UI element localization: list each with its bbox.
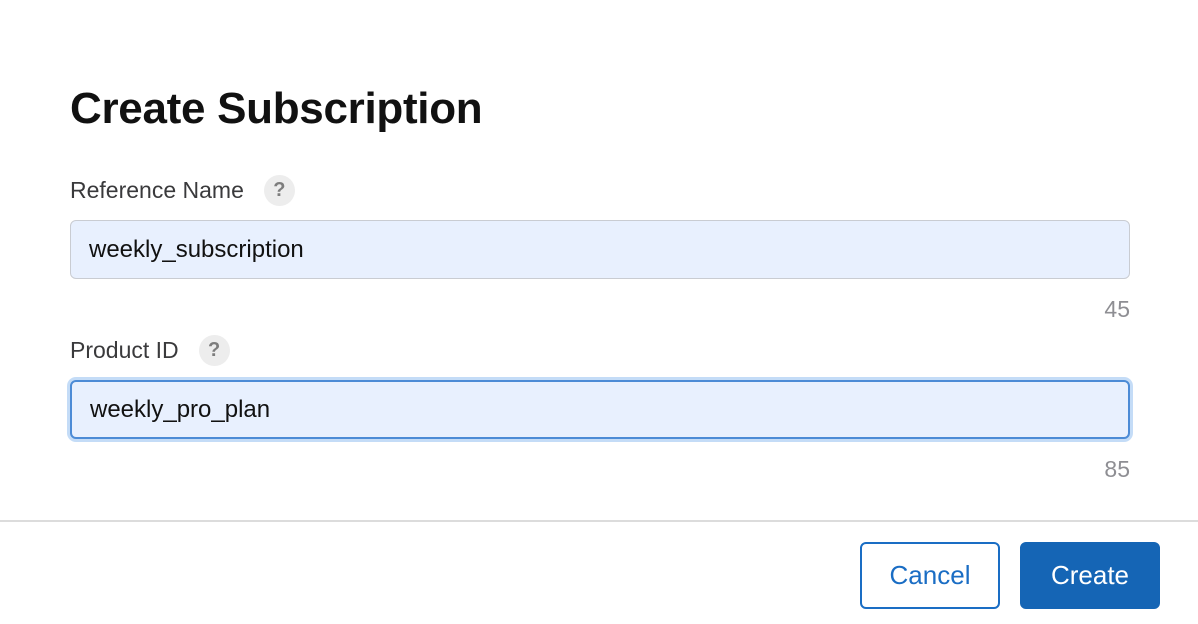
reference-name-label: Reference Name xyxy=(70,176,244,203)
footer-divider xyxy=(0,520,1198,522)
product-id-input[interactable] xyxy=(70,380,1130,439)
product-id-char-counter: 85 xyxy=(1104,456,1130,482)
dialog-title: Create Subscription xyxy=(70,84,483,133)
reference-name-char-counter: 45 xyxy=(1104,296,1130,322)
create-button[interactable]: Create xyxy=(1020,542,1160,609)
reference-name-input[interactable] xyxy=(70,220,1130,279)
product-id-label: Product ID xyxy=(70,336,179,363)
reference-name-help-icon[interactable]: ? xyxy=(263,174,295,206)
product-id-help-icon[interactable]: ? xyxy=(198,334,230,366)
create-subscription-dialog: Create Subscription Reference Name ? 45 … xyxy=(0,0,1198,624)
cancel-button[interactable]: Cancel xyxy=(860,542,1000,609)
product-id-label-row: Product ID ? xyxy=(70,334,230,366)
reference-name-label-row: Reference Name ? xyxy=(70,174,295,206)
